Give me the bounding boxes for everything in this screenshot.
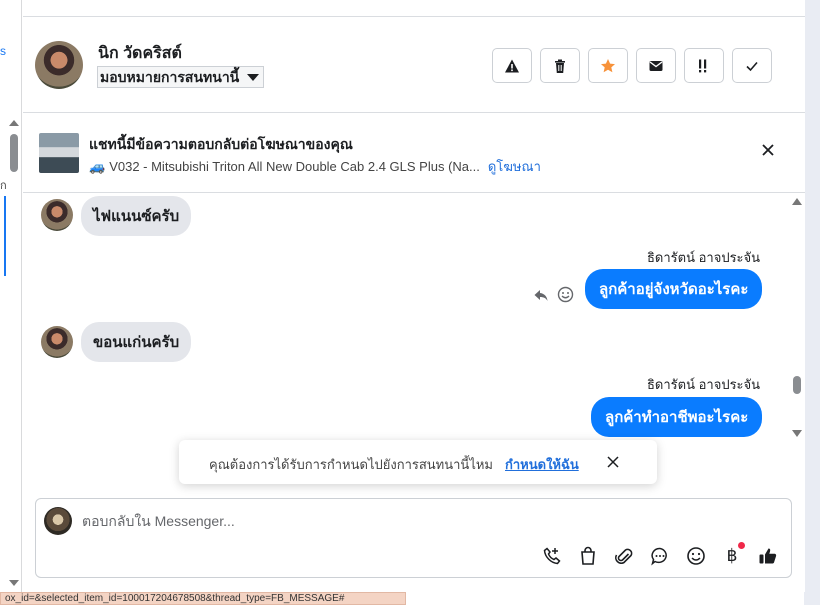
shopping-bag-icon	[581, 546, 595, 565]
done-check-icon	[746, 61, 758, 71]
mark-spam-button[interactable]	[492, 48, 532, 83]
incoming-message[interactable]: ไฟแนนซ์ครับ	[81, 196, 192, 236]
ad-thumbnail[interactable]	[39, 133, 79, 173]
outgoing-message[interactable]: ลูกค้าอยู่จังหวัดอะไรคะ	[585, 269, 763, 309]
star-button[interactable]	[588, 48, 628, 83]
like-button[interactable]	[757, 545, 779, 567]
list-scroll-up-arrow[interactable]	[9, 120, 19, 126]
reply-input[interactable]	[82, 513, 772, 529]
assign-dropdown-label: มอบหมายการสนทนานี้	[100, 69, 240, 85]
saved-replies-button[interactable]	[649, 545, 671, 567]
payment-button[interactable]: ฿	[721, 542, 745, 567]
follow-up-button[interactable]	[684, 48, 724, 83]
phone-add-icon	[543, 547, 561, 565]
list-item-fragment: ก	[0, 180, 7, 192]
ad-vehicle-text: V032 - Mitsubishi Triton All New Double …	[109, 159, 480, 174]
composer-toolbar: ฿	[541, 542, 779, 567]
assign-to-me-link[interactable]: กำหนดให้ฉัน	[505, 454, 579, 475]
contact-message-avatar	[41, 326, 73, 358]
follow-up-icon	[699, 59, 707, 72]
ad-banner-title: แชทนี้มีข้อความตอบกลับต่อโฆษณาของคุณ	[89, 136, 353, 152]
browser-status-url: ox_id=&selected_item_id=100017204678508&…	[0, 592, 406, 605]
ad-reply-banner: แชทนี้มีข้อความตอบกลับต่อโฆษณาของคุณ 🚙 V0…	[23, 113, 805, 193]
conversation-header: นิก วัดคริสต์ มอบหมายการสนทนานี้	[23, 17, 805, 113]
list-marker: s	[0, 44, 6, 58]
star-icon	[601, 58, 615, 72]
message-sender-name: ธิดารัตน์ อาจประจัน	[647, 377, 761, 392]
attach-button[interactable]	[613, 545, 635, 567]
message-composer: ฿	[35, 498, 792, 578]
close-icon[interactable]	[607, 456, 619, 468]
call-button[interactable]	[541, 545, 563, 567]
assign-prompt-toast: คุณต้องการได้รับการกำหนดไปยังการสนทนานี้…	[179, 440, 657, 484]
mail-icon	[649, 60, 663, 71]
baht-icon: ฿	[726, 546, 738, 566]
react-emoji-icon[interactable]	[557, 286, 574, 303]
incoming-message[interactable]: ขอนแก่นครับ	[81, 322, 192, 362]
shop-button[interactable]	[577, 545, 599, 567]
reply-icon[interactable]	[533, 287, 549, 303]
thumbs-up-icon	[759, 548, 777, 564]
assign-prompt-text: คุณต้องการได้รับการกำหนดไปยังการสนทนานี้…	[209, 457, 493, 472]
page-avatar	[44, 507, 72, 535]
selected-indicator	[4, 196, 6, 276]
message-sender-name: ธิดารัตน์ อาจประจัน	[647, 250, 761, 265]
chat-scroll-down-arrow[interactable]	[792, 430, 802, 437]
contact-name[interactable]: นิก วัดคริสต์	[98, 41, 182, 66]
contact-avatar[interactable]	[35, 41, 83, 89]
right-gutter	[804, 0, 820, 605]
assign-dropdown[interactable]: มอบหมายการสนทนานี้	[97, 66, 265, 88]
trash-icon	[555, 59, 565, 73]
dropdown-caret-icon	[247, 74, 260, 81]
paperclip-icon	[615, 548, 633, 564]
conversation-list-strip: s ก	[0, 0, 22, 592]
spam-warning-icon	[505, 59, 519, 72]
delete-button[interactable]	[540, 48, 580, 83]
ad-banner-subtitle: 🚙 V032 - Mitsubishi Triton All New Double…	[89, 156, 541, 177]
emoji-button[interactable]	[685, 545, 707, 567]
conversation-panel: นิก วัดคริสต์ มอบหมายการสนทนานี้ แชทนี้ม…	[23, 0, 805, 592]
contact-message-avatar	[41, 199, 73, 231]
car-icon: 🚙	[89, 159, 106, 174]
view-ad-link[interactable]: ดูโฆษณา	[488, 159, 541, 174]
list-scroll-down-arrow[interactable]	[9, 580, 19, 586]
chat-scroll-up-arrow[interactable]	[792, 198, 802, 205]
list-scrollbar-thumb[interactable]	[10, 134, 18, 172]
mark-unread-button[interactable]	[636, 48, 676, 83]
outgoing-message[interactable]: ลูกค้าทำอาชีพอะไรคะ	[591, 397, 763, 437]
message-tools	[533, 286, 574, 303]
close-icon[interactable]	[761, 143, 775, 157]
chat-scrollbar-thumb[interactable]	[793, 376, 801, 394]
chat-bubble-icon	[651, 547, 667, 566]
notification-dot	[738, 542, 745, 549]
header-actions	[492, 48, 772, 83]
mark-done-button[interactable]	[732, 48, 772, 83]
emoji-icon	[687, 547, 705, 565]
